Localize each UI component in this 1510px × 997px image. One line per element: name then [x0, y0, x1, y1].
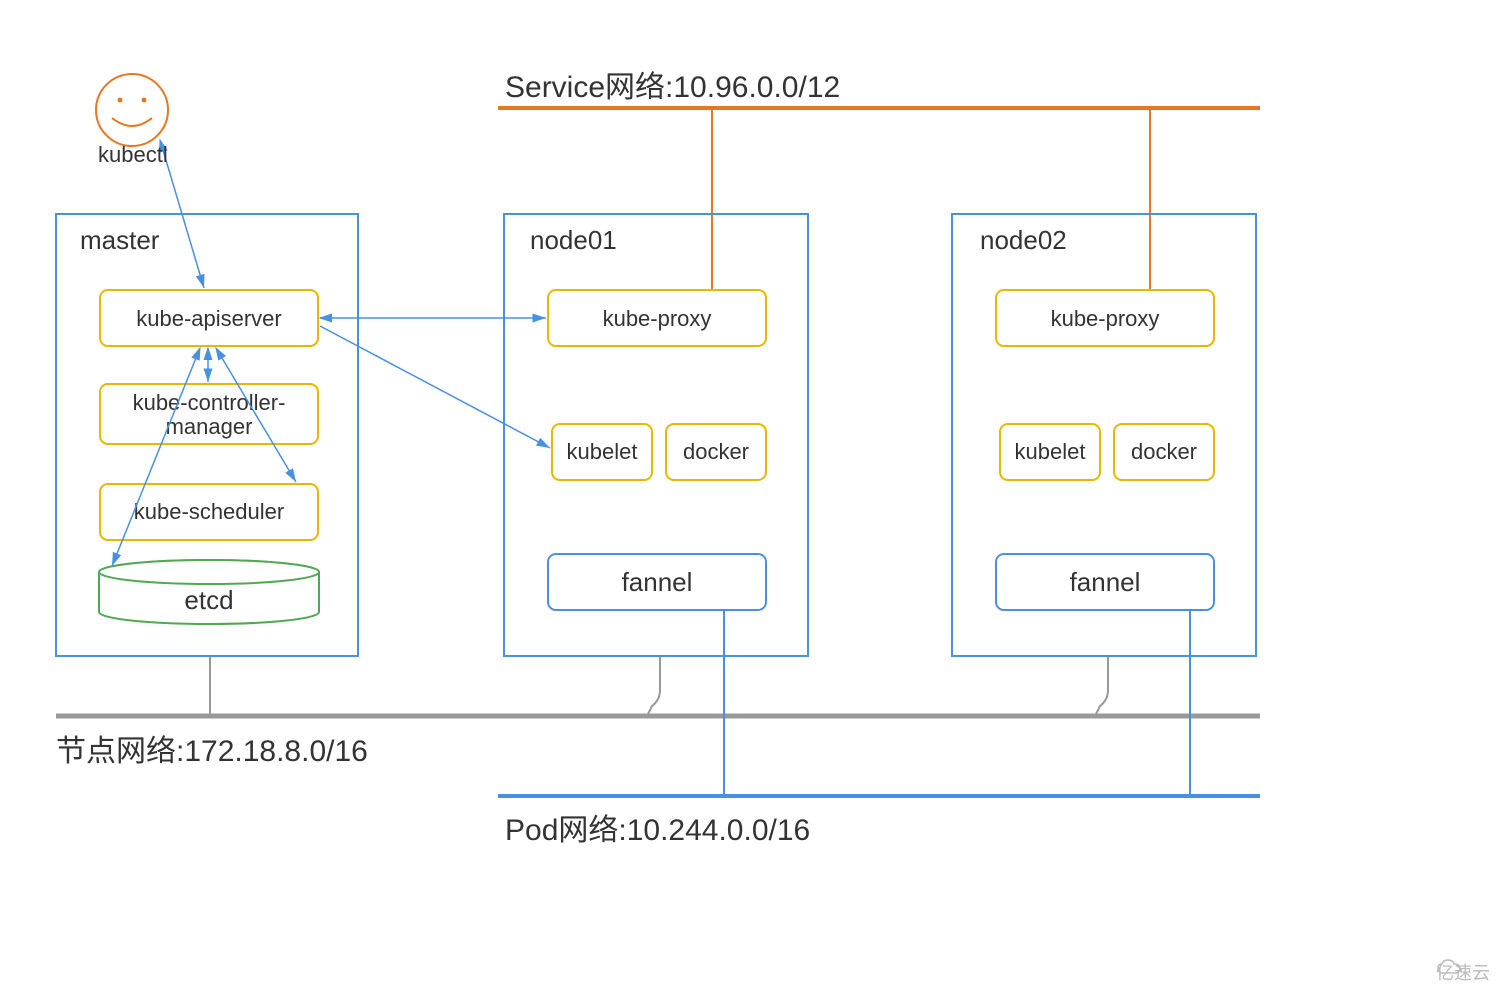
node01-fannel-label: fannel	[622, 567, 693, 597]
node02-kubelet-label: kubelet	[1015, 439, 1086, 464]
node02-docker-label: docker	[1131, 439, 1197, 464]
node01-docker-label: docker	[683, 439, 749, 464]
arrow-apiserver-node01kubelet	[320, 326, 550, 448]
service-network-label: Service网络:10.96.0.0/12	[505, 62, 840, 106]
node01-kubelet-label: kubelet	[567, 439, 638, 464]
node-riser-node01	[648, 656, 660, 714]
k8s-architecture-diagram: master kube-apiserver kube-controller- m…	[0, 0, 1510, 997]
kube-scheduler-label: kube-scheduler	[134, 499, 284, 524]
kubectl-icon	[96, 74, 168, 146]
node01-title: node01	[530, 225, 617, 255]
node01-kube-proxy-label: kube-proxy	[603, 306, 712, 331]
master-title: master	[80, 225, 160, 255]
node-riser-node02	[1096, 656, 1108, 714]
kube-controller-label-l2: manager	[166, 414, 253, 439]
node02-fannel-label: fannel	[1070, 567, 1141, 597]
watermark: 亿速云	[1436, 959, 1490, 985]
pod-network-label: Pod网络:10.244.0.0/16	[505, 805, 810, 849]
kube-apiserver-label: kube-apiserver	[136, 306, 282, 331]
kube-controller-label-l1: kube-controller-	[133, 390, 286, 415]
kubectl-label: kubectl	[98, 142, 168, 168]
node-network-label: 节点网络:172.18.8.0/16	[56, 726, 368, 770]
node02-kube-proxy-label: kube-proxy	[1051, 306, 1160, 331]
node02-title: node02	[980, 225, 1067, 255]
etcd-label: etcd	[184, 585, 233, 615]
